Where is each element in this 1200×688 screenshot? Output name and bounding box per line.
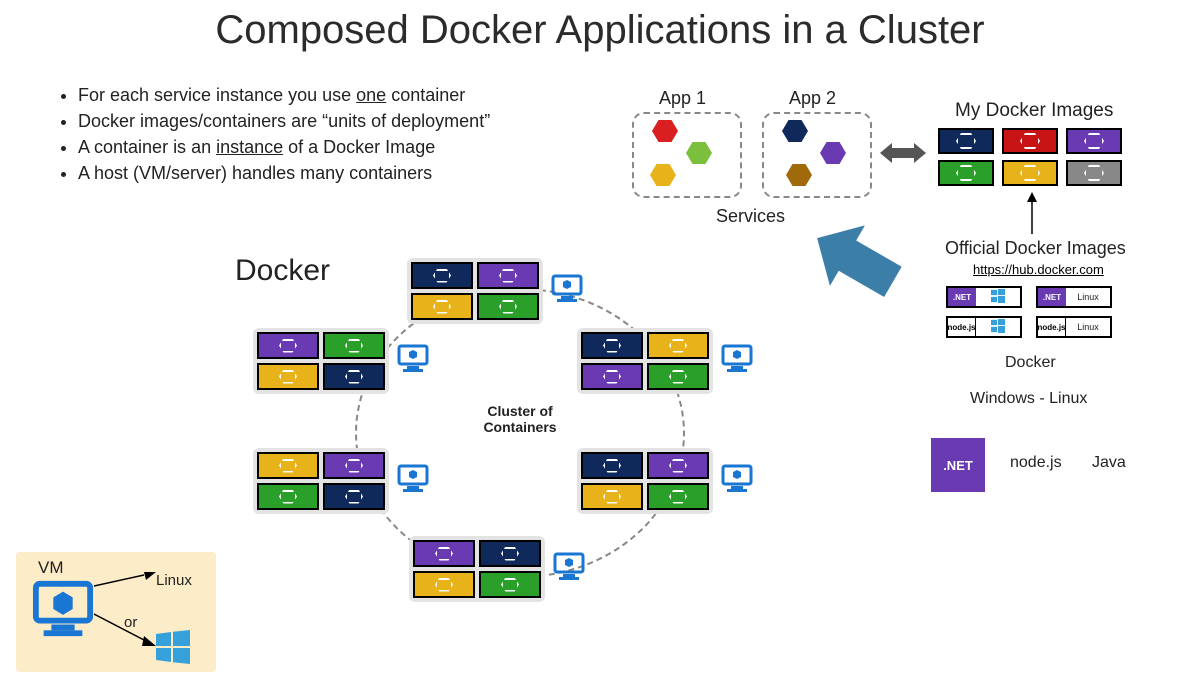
windows-icon: [976, 319, 1020, 335]
cluster-node: [407, 258, 543, 324]
linux-label: Linux: [156, 572, 192, 589]
cluster-node: [577, 328, 713, 394]
bullet-list: For each service instance you use one co…: [60, 82, 490, 186]
image-card: [1066, 160, 1122, 186]
hex-icon: [820, 142, 846, 164]
image-card: [938, 160, 994, 186]
windows-icon: [976, 289, 1020, 305]
deploy-arrow-icon: [799, 207, 912, 313]
bullet-item: A container is an instance of a Docker I…: [78, 134, 490, 160]
docker-text: Docker: [1005, 354, 1056, 372]
bullet-item: For each service instance you use one co…: [78, 82, 490, 108]
docker-hub-link[interactable]: https://hub.docker.com: [973, 262, 1104, 277]
app2-label: App 2: [789, 88, 836, 109]
nodejs-text: node.js: [1010, 454, 1062, 472]
hex-icon: [686, 142, 712, 164]
official-card: .NET Linux: [1036, 286, 1112, 308]
image-card: [938, 128, 994, 154]
official-card: node.js Linux: [1036, 316, 1112, 338]
windows-icon: [156, 630, 190, 664]
page-title: Composed Docker Applications in a Cluste…: [0, 8, 1200, 53]
official-images-title: Official Docker Images: [945, 238, 1126, 259]
cluster-node: [253, 448, 389, 514]
hex-icon: [786, 164, 812, 186]
cluster-node: [253, 328, 389, 394]
or-label: or: [124, 614, 137, 631]
cluster: Cluster of Containers: [235, 248, 785, 608]
os-line: Windows - Linux: [970, 390, 1087, 408]
services-label: Services: [716, 206, 785, 227]
host-icon: [397, 342, 429, 374]
arrow-up-icon: [1025, 192, 1039, 239]
cluster-node: [577, 448, 713, 514]
bullet-item: Docker images/containers are “units of d…: [78, 108, 490, 134]
dotnet-tile-icon: .NET: [931, 438, 985, 492]
my-images-title: My Docker Images: [955, 100, 1113, 122]
vm-host-icon: [32, 578, 94, 640]
official-card: .NET: [946, 286, 1022, 308]
cluster-center-label: Cluster of Containers: [470, 403, 570, 435]
app1-label: App 1: [659, 88, 706, 109]
image-card: [1002, 128, 1058, 154]
hex-icon: [782, 120, 808, 142]
app2-box: [762, 112, 872, 198]
hex-icon: [650, 164, 676, 186]
host-icon: [553, 550, 585, 582]
host-icon: [397, 462, 429, 494]
host-icon: [551, 272, 583, 304]
host-icon: [721, 342, 753, 374]
vm-label: VM: [38, 558, 64, 578]
hex-icon: [652, 120, 678, 142]
double-arrow-icon: [880, 140, 926, 166]
vm-legend: VM Linux or: [16, 552, 216, 672]
image-card: [1002, 160, 1058, 186]
app1-box: [632, 112, 742, 198]
arrow-icon: [94, 572, 156, 588]
cluster-node: [409, 536, 545, 602]
official-card: node.js: [946, 316, 1022, 338]
image-card: [1066, 128, 1122, 154]
bullet-item: A host (VM/server) handles many containe…: [78, 160, 490, 186]
java-text: Java: [1092, 454, 1126, 472]
host-icon: [721, 462, 753, 494]
